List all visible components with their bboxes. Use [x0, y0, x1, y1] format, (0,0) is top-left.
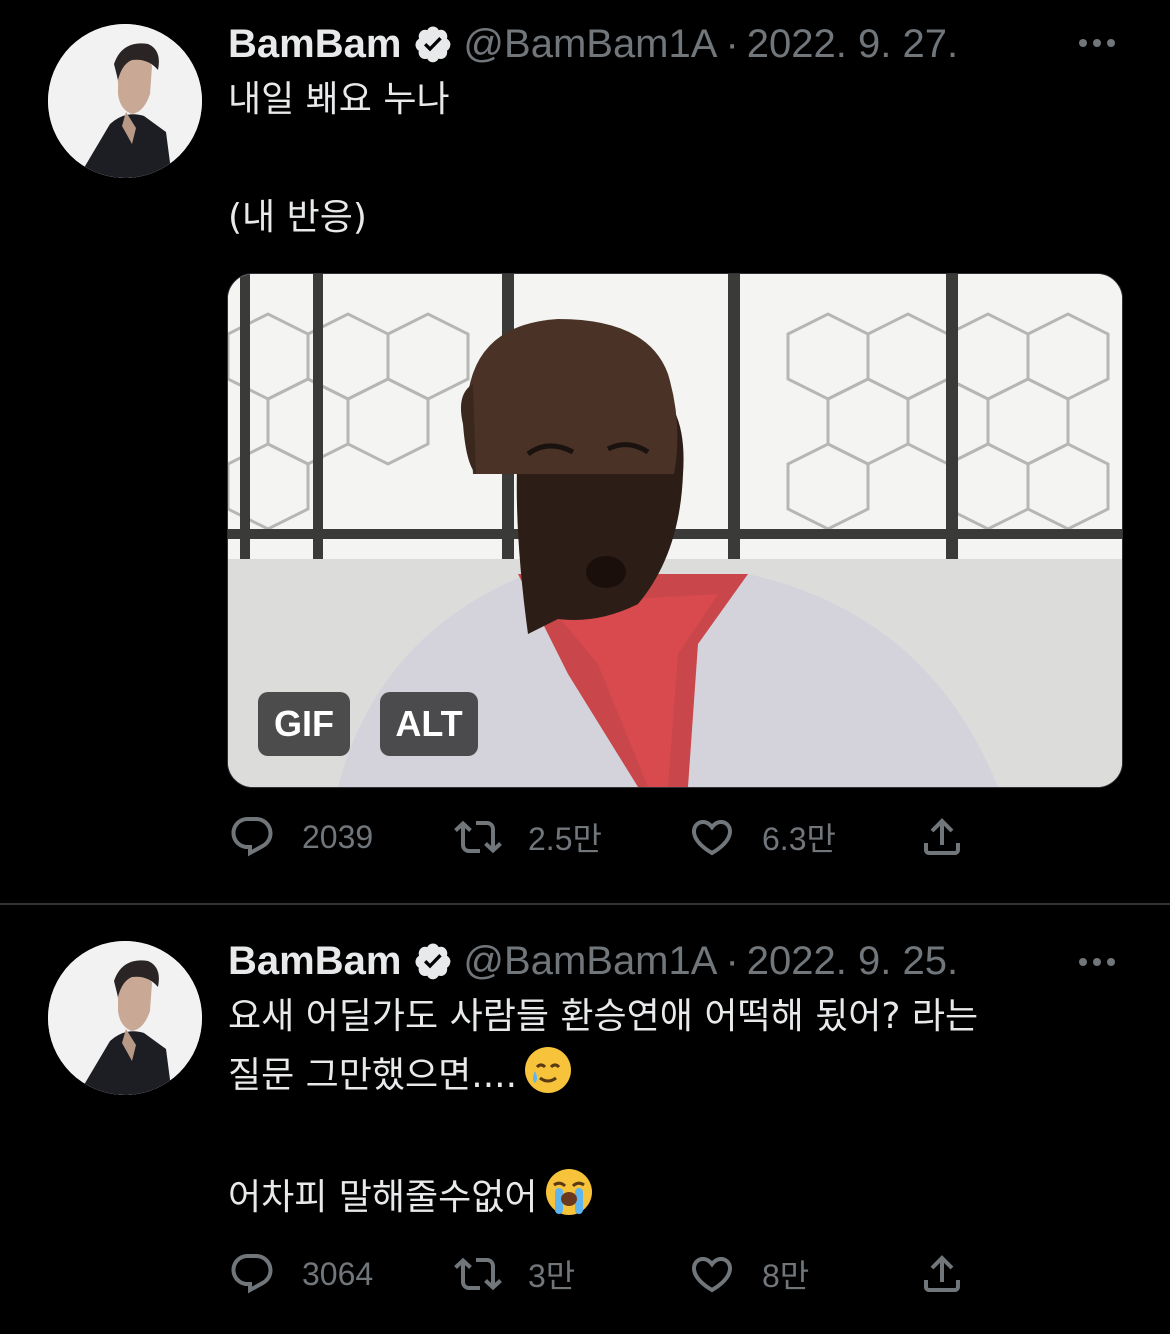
retweet-button[interactable]: 2.5만: [454, 812, 602, 862]
gif-frame-image: [228, 274, 1122, 787]
author-handle[interactable]: @BamBam1A: [463, 22, 717, 67]
tweet-date[interactable]: 2022. 9. 27.: [747, 22, 958, 67]
like-button[interactable]: 8만: [688, 1249, 809, 1299]
share-icon: [924, 818, 960, 855]
avatar-photo: [48, 24, 202, 178]
author-name[interactable]: BamBam: [228, 22, 401, 67]
reply-icon: [231, 1254, 273, 1294]
tweet-text-line: 어차피 말해줄수없어: [228, 1177, 538, 1218]
tweet-text-line: 질문 그만했으면....: [228, 1055, 518, 1096]
tweet-date[interactable]: 2022. 9. 25.: [747, 939, 958, 984]
more-options-icon[interactable]: [1076, 36, 1118, 50]
tweet-text: 요새 어딜가도 사람들 환승연애 어떡해 됬어? 라는 질문 그만했으면....: [228, 989, 1128, 1104]
share-button[interactable]: [918, 1249, 966, 1299]
retweet-count: 2.5만: [528, 821, 602, 857]
tweet-text-line-with-emoji: 어차피 말해줄수없어: [228, 1167, 1128, 1226]
tweet-text-line-with-emoji: 질문 그만했으면....: [228, 1045, 1128, 1104]
tweet-actions: 3064 3만 8만: [228, 1249, 1008, 1299]
gif-badge: GIF: [258, 692, 350, 756]
separator-dot: ·: [725, 21, 739, 66]
like-count: 6.3만: [762, 821, 836, 857]
retweet-button[interactable]: 3만: [454, 1249, 575, 1299]
like-button[interactable]: 6.3만: [688, 812, 836, 862]
tweet-gif[interactable]: GIF ALT: [227, 273, 1123, 788]
retweet-icon: [454, 1257, 502, 1291]
tweet-text-line: 내일 봬요 누나: [228, 79, 450, 120]
verified-badge-icon: [415, 943, 451, 980]
retweet-icon: [454, 820, 502, 854]
tweet-header: BamBam @BamBam1A · 2022. 9. 25.: [228, 935, 958, 987]
retweet-count: 3만: [528, 1258, 576, 1294]
like-count: 8만: [762, 1258, 810, 1294]
author-handle[interactable]: @BamBam1A: [463, 939, 717, 984]
tweet-text-line: (내 반응): [228, 197, 367, 238]
more-options-icon[interactable]: [1076, 955, 1118, 969]
share-icon: [924, 1255, 960, 1292]
loudly-crying-face-icon: [545, 1169, 592, 1215]
smiling-face-with-tear-icon: [525, 1047, 572, 1093]
reply-button[interactable]: 2039: [228, 812, 373, 862]
avatar[interactable]: [48, 941, 202, 1095]
reply-button[interactable]: 3064: [228, 1249, 373, 1299]
tweet-header: BamBam @BamBam1A · 2022. 9. 27.: [228, 18, 958, 70]
separator-dot: ·: [725, 938, 739, 983]
author-name[interactable]: BamBam: [228, 939, 401, 984]
alt-text-button[interactable]: ALT: [380, 692, 478, 756]
tweet-actions: 2039 2.5만 6.3만: [228, 812, 1008, 862]
reply-icon: [231, 817, 273, 857]
tweet-text-line: 요새 어딜가도 사람들 환승연애 어떡해 됬어? 라는: [228, 996, 979, 1037]
avatar-photo: [48, 941, 202, 1095]
tweet[interactable]: BamBam @BamBam1A · 2022. 9. 25. 요새 어딜가도 …: [0, 905, 1170, 1334]
share-button[interactable]: [918, 812, 966, 862]
tweet[interactable]: BamBam @BamBam1A · 2022. 9. 27. 내일 봬요 누나…: [0, 0, 1170, 904]
avatar[interactable]: [48, 24, 202, 178]
verified-badge-icon: [415, 26, 451, 63]
reply-count: 2039: [302, 818, 374, 855]
heart-icon: [691, 1257, 733, 1293]
heart-icon: [691, 820, 733, 856]
reply-count: 3064: [302, 1255, 374, 1292]
